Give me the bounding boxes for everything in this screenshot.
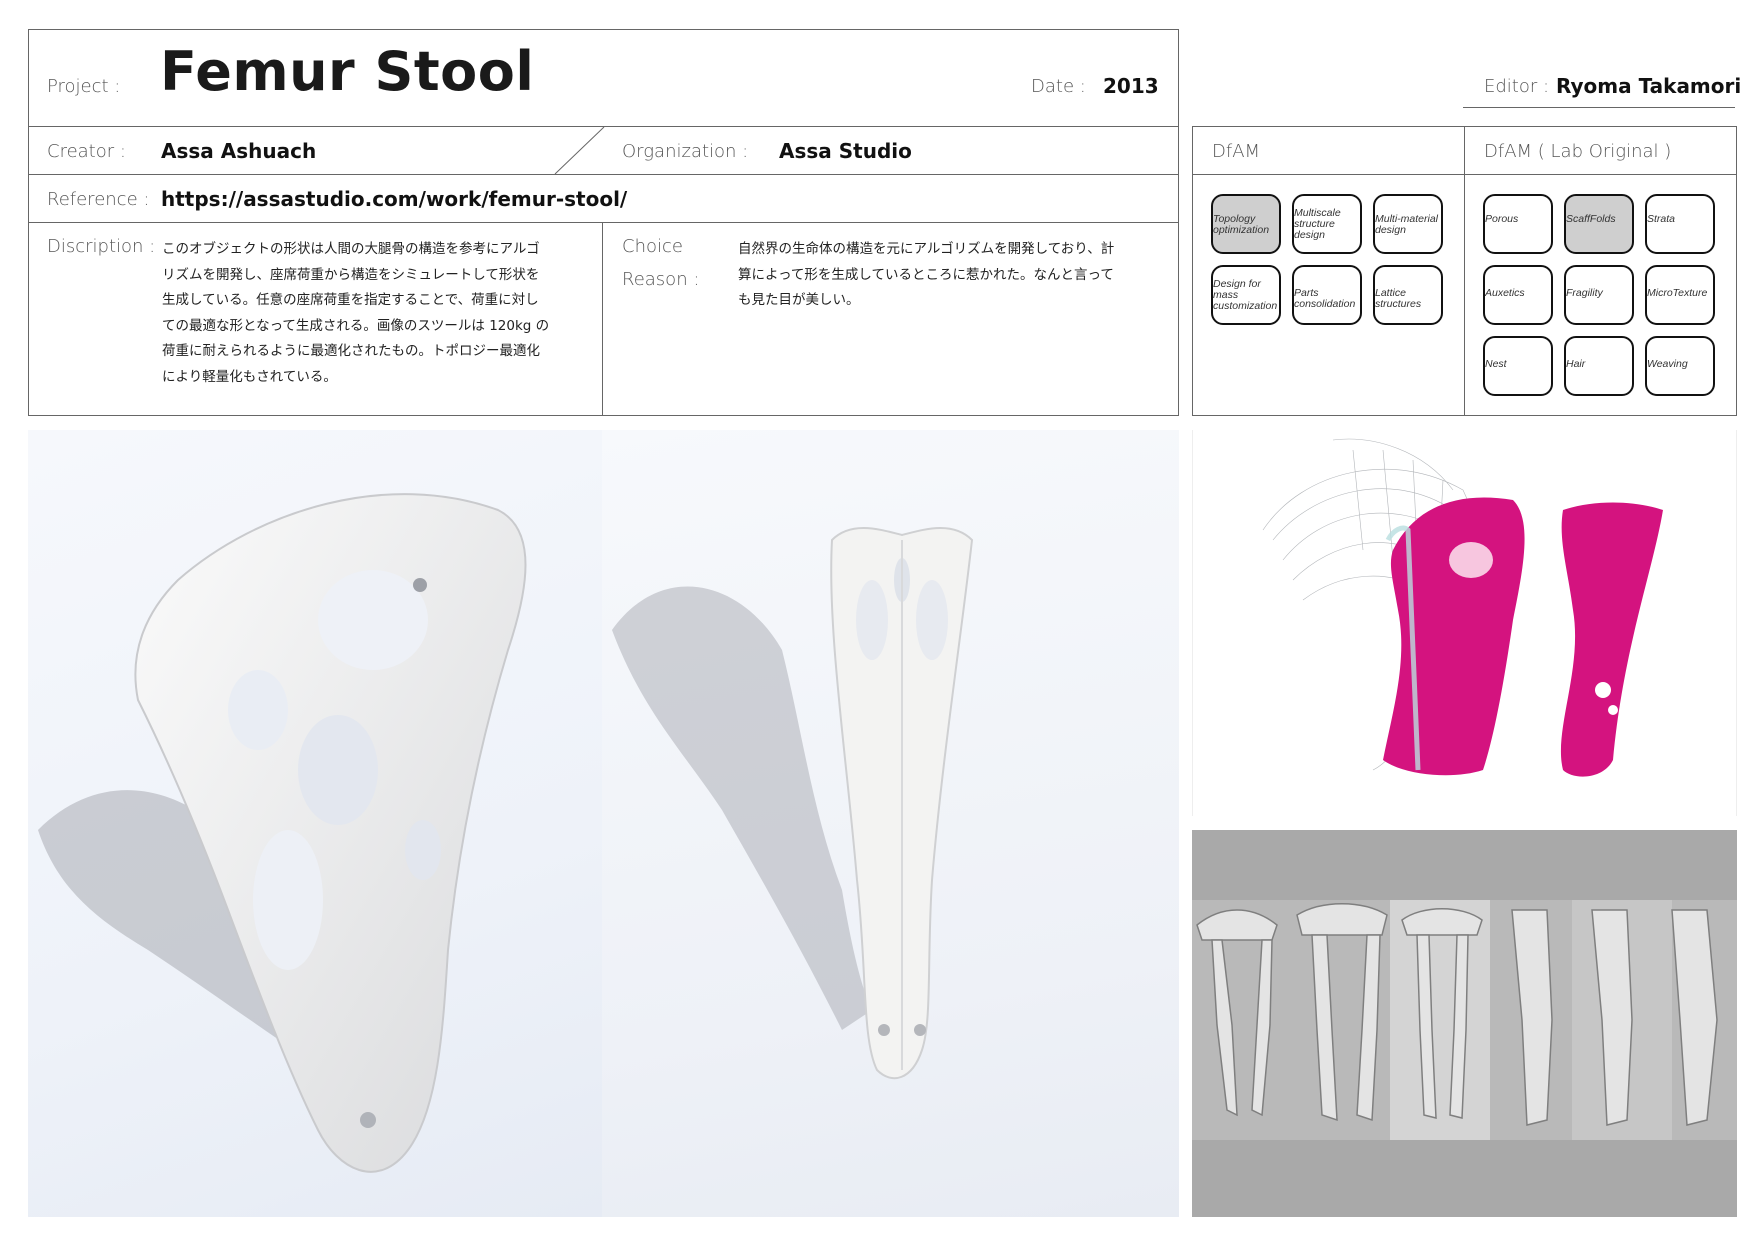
creator-label: Creator : <box>47 141 126 162</box>
reference-link[interactable]: https://assastudio.com/work/femur-stool/ <box>161 187 627 211</box>
editor-label: Editor : <box>1484 76 1550 97</box>
tag-multiscale-structure-design[interactable]: Multiscale structure design <box>1292 194 1362 254</box>
tag-parts-consolidation[interactable]: Parts consolidation <box>1292 265 1362 325</box>
stool-photo-front <box>602 430 1179 1217</box>
row-divider-2 <box>28 222 1179 223</box>
tag-design-for-mass-customization[interactable]: Design for mass customization <box>1211 265 1281 325</box>
editor-underline <box>1463 107 1735 108</box>
dfam-header: DfAM <box>1212 141 1261 162</box>
creator-value: Assa Ashuach <box>161 139 317 163</box>
desc-choice-divider <box>602 222 603 416</box>
tag-lattice-structures[interactable]: Lattice structures <box>1373 265 1443 325</box>
tag-weaving[interactable]: Weaving <box>1645 336 1715 396</box>
tag-microtexture[interactable]: MicroTexture <box>1645 265 1715 325</box>
choice-label-line1: Choice <box>622 236 683 257</box>
stool-front-illustration <box>612 527 974 1080</box>
tag-nest[interactable]: Nest <box>1483 336 1553 396</box>
leg-anatomy-illustration <box>1192 900 1737 1140</box>
choice-line: も見た目が美しい。 <box>738 292 860 309</box>
simulation-illustration <box>1262 438 1663 777</box>
reference-label: Reference : <box>47 189 150 210</box>
choice-text: 自然界の生命体の構造を元にアルゴリズムを開発しており、計 算によって形を生成して… <box>738 237 1168 314</box>
stool-perspective-illustration <box>38 493 527 1173</box>
description-line: このオブジェクトの形状は人間の大腿骨の構造を参考にアルゴ <box>162 241 540 257</box>
project-label: Project : <box>47 76 121 97</box>
dfam-lab-header: DfAM ( Lab Original ) <box>1484 141 1672 162</box>
description-line: ての最適な形となって生成される。画像のスツールは 120kg の <box>162 317 550 334</box>
tag-multi-material-design[interactable]: Multi-material design <box>1373 194 1443 254</box>
tag-strata[interactable]: Strata <box>1645 194 1715 254</box>
date-value: 2013 <box>1103 74 1159 98</box>
simulation-render <box>1192 430 1737 816</box>
stool-photo-perspective <box>28 430 602 1217</box>
tag-porous[interactable]: Porous <box>1483 194 1553 254</box>
dfam-column-divider <box>1464 126 1465 416</box>
tag-scaffolds[interactable]: ScaffFolds <box>1564 194 1634 254</box>
organization-value: Assa Studio <box>779 139 912 163</box>
leg-anatomy-render <box>1192 830 1737 1217</box>
description-label: Discription : <box>47 236 156 257</box>
date-label: Date : <box>1031 76 1086 97</box>
organization-label: Organization : <box>622 141 749 162</box>
creator-org-divider <box>554 126 605 175</box>
description-line: 生成している。任意の座席荷重を指定することで、荷重に対し <box>162 292 539 309</box>
description-text: このオブジェクトの形状は人間の大腿骨の構造を参考にアルゴ リズムを開発し、座席荷… <box>162 237 582 391</box>
description-line: リズムを開発し、座席荷重から構造をシミュレートして形状を <box>162 266 540 283</box>
choice-line: 自然界の生命体の構造を元にアルゴリズムを開発しており、計 <box>738 241 1115 257</box>
choice-line: 算によって形を生成しているところに惹かれた。なんと言って <box>738 266 1114 283</box>
tag-fragility[interactable]: Fragility <box>1564 265 1634 325</box>
tag-topology-optimization[interactable]: Topology optimization <box>1211 194 1281 254</box>
tag-hair[interactable]: Hair <box>1564 336 1634 396</box>
description-line: 荷重に耐えられるように最適化されたもの。トポロジー最適化 <box>162 343 540 360</box>
project-title: Femur Stool <box>160 40 535 103</box>
description-line: により軽量化もされている。 <box>162 368 337 385</box>
choice-label-line2: Reason : <box>622 269 700 290</box>
tag-auxetics[interactable]: Auxetics <box>1483 265 1553 325</box>
editor-value: Ryoma Takamori <box>1556 74 1742 98</box>
